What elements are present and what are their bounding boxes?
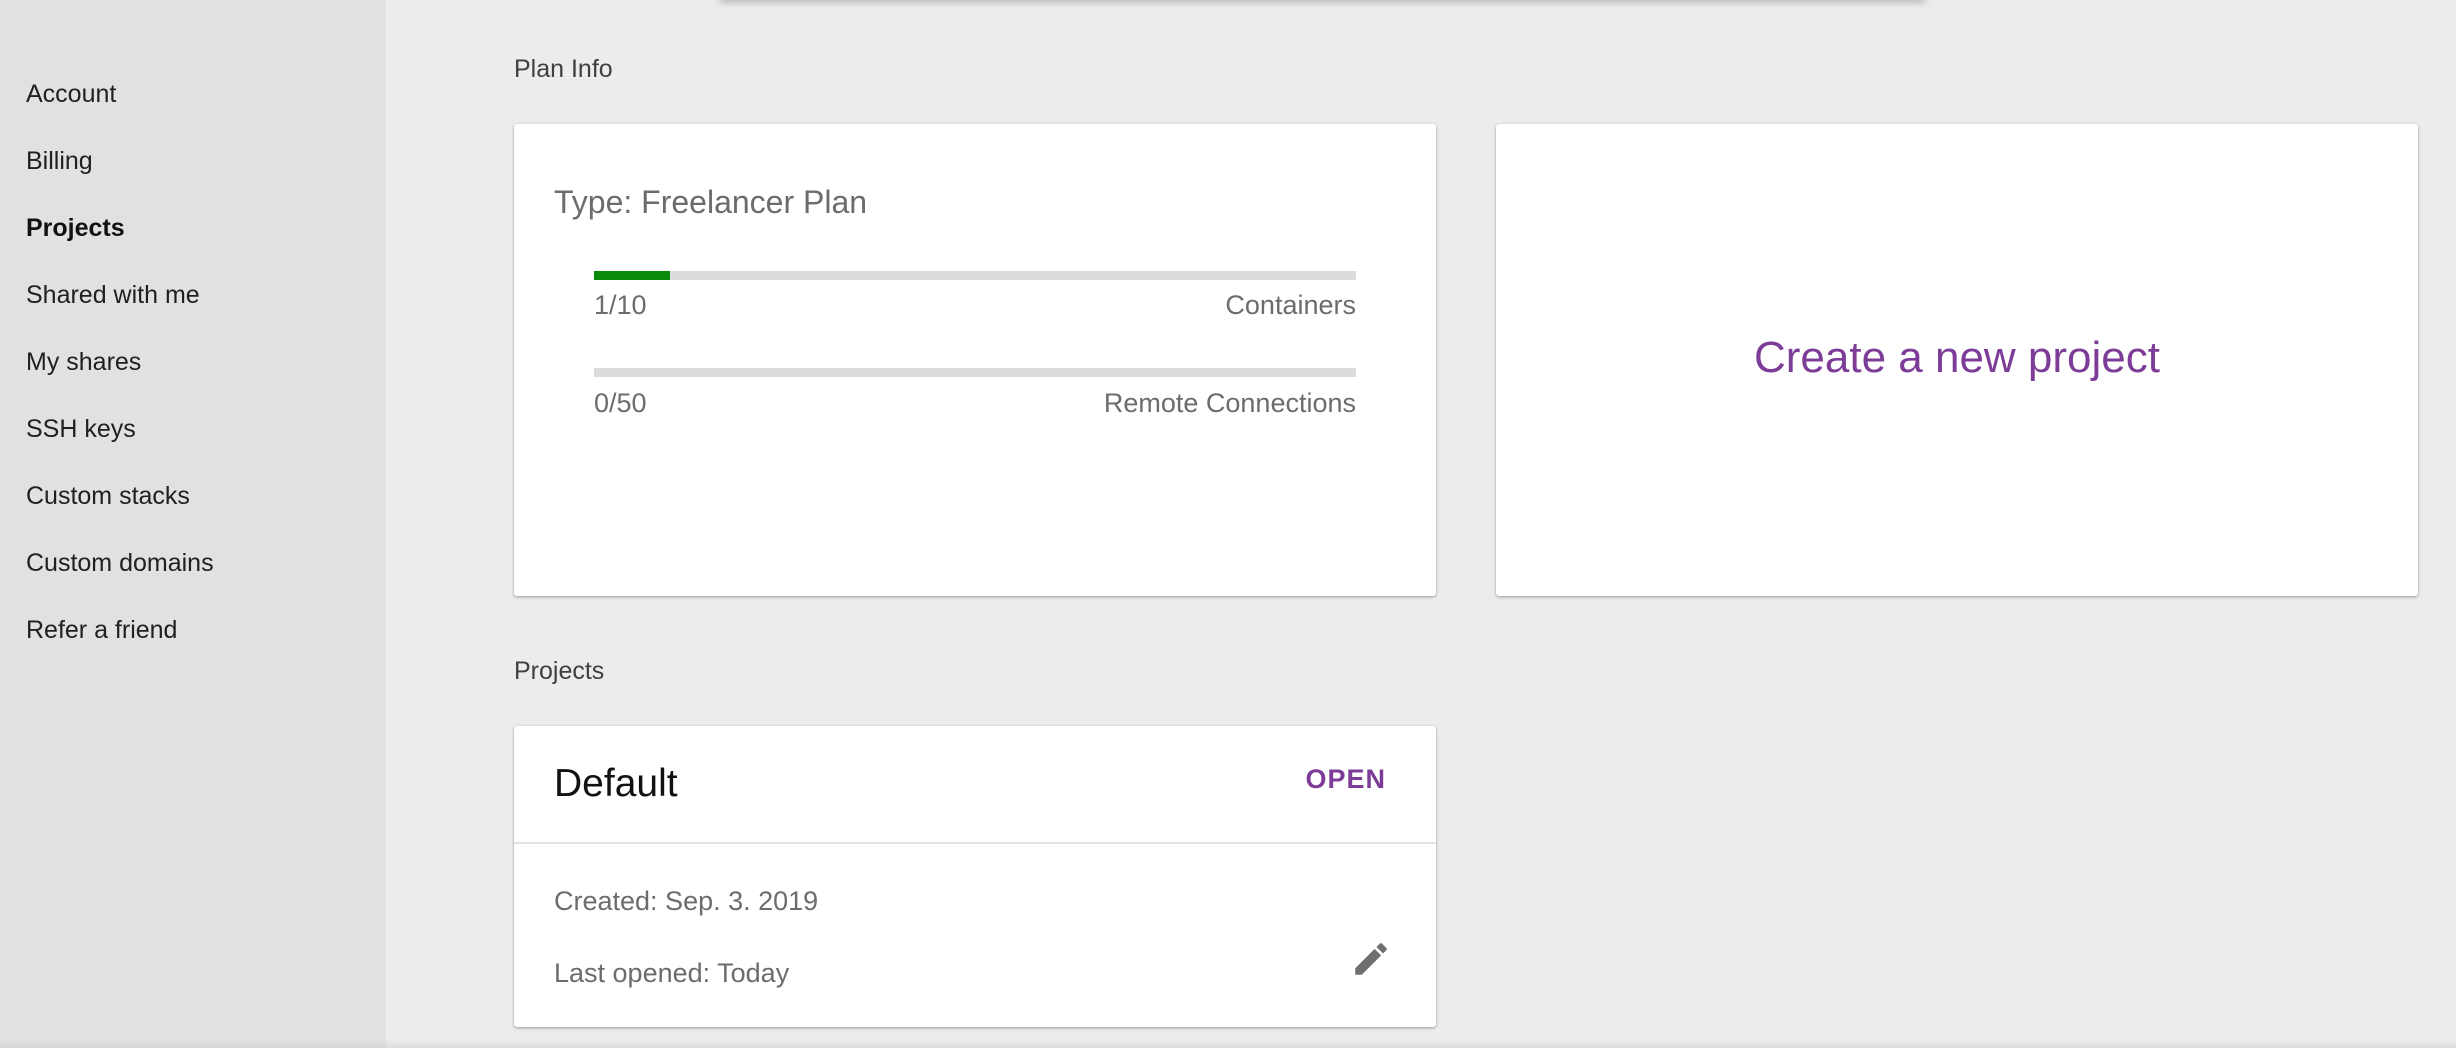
containers-progress-fill (594, 271, 671, 280)
sidebar-item-ssh-keys[interactable]: SSH keys (26, 417, 136, 442)
containers-progress-bar (594, 271, 1356, 280)
sidebar-item-refer-a-friend[interactable]: Refer a friend (26, 618, 177, 643)
containers-count: 1/10 (594, 290, 647, 320)
projects-title: Projects (514, 657, 605, 685)
sidebar-item-custom-domains[interactable]: Custom domains (26, 551, 214, 576)
sidebar-item-my-shares[interactable]: My shares (26, 350, 141, 375)
pencil-icon[interactable] (1350, 938, 1392, 980)
project-last-opened: Last opened: Today (554, 958, 790, 988)
sidebar-item-custom-stacks[interactable]: Custom stacks (26, 484, 190, 509)
remote-connections-label: Remote Connections (1103, 388, 1356, 418)
sidebar-item-account[interactable]: Account (26, 82, 116, 107)
project-card-divider (514, 842, 1436, 844)
plan-info-card: Type: Freelancer Plan 1/10 Containers 0/… (514, 124, 1436, 596)
bottom-fade (0, 1040, 2456, 1048)
sidebar-item-projects[interactable]: Projects (26, 216, 125, 241)
sidebar-item-billing[interactable]: Billing (26, 149, 93, 174)
create-project-card[interactable]: Create a new project (1496, 124, 2418, 596)
sidebar-item-shared-with-me[interactable]: Shared with me (26, 283, 200, 308)
project-created: Created: Sep. 3. 2019 (554, 886, 819, 916)
project-name: Default (554, 762, 678, 805)
sidebar: Account Billing Projects Shared with me … (0, 0, 386, 1048)
plan-type: Type: Freelancer Plan (554, 184, 868, 220)
project-card: Default OPEN Created: Sep. 3. 2019 Last … (514, 726, 1436, 1027)
plan-info-title: Plan Info (514, 55, 613, 83)
remote-connections-count: 0/50 (594, 388, 647, 418)
remote-connections-progress-bar (594, 368, 1356, 377)
open-project-button[interactable]: OPEN (1305, 766, 1386, 793)
create-project-link[interactable]: Create a new project (1496, 336, 2418, 380)
containers-label: Containers (1225, 290, 1356, 320)
